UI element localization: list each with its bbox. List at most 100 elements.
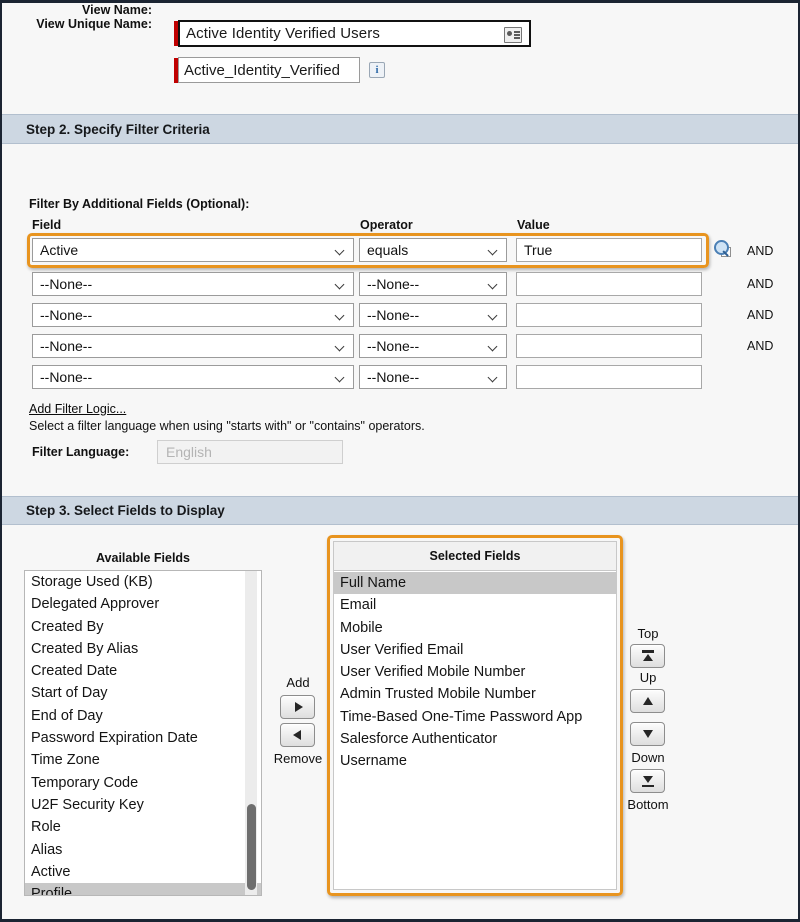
filter-value-input-3[interactable] <box>516 303 702 327</box>
list-item[interactable]: End of Day <box>25 705 261 727</box>
arrow-right-icon <box>294 702 303 712</box>
filter-operator-select-3[interactable]: --None-- <box>359 303 507 327</box>
move-to-top-button[interactable] <box>630 644 665 668</box>
list-item[interactable]: Username <box>334 750 616 772</box>
view-name-input[interactable]: Active Identity Verified Users <box>178 20 531 47</box>
top-label: Top <box>637 626 659 641</box>
list-item[interactable]: Profile <box>25 883 261 895</box>
move-down-button[interactable] <box>630 722 665 746</box>
list-item[interactable]: Storage Used (KB) <box>25 571 261 593</box>
filter-value-input-1[interactable]: True <box>516 238 702 262</box>
filter-operator-value-5: --None-- <box>367 369 420 385</box>
bar-shape <box>641 784 654 787</box>
filter-field-select-3[interactable]: --None-- <box>32 303 354 327</box>
remove-button[interactable] <box>280 723 315 747</box>
chevron-down-icon <box>489 247 498 253</box>
filter-operator-select-1[interactable]: equals <box>359 238 507 262</box>
list-item[interactable]: Admin Trusted Mobile Number <box>334 683 616 705</box>
list-item[interactable]: Time-Based One-Time Password App <box>334 706 616 728</box>
arrow-down-icon <box>642 730 653 738</box>
chevron-down-icon <box>336 312 345 318</box>
up-label: Up <box>639 670 657 685</box>
filter-conjunction-1: AND <box>747 244 774 258</box>
value-lookup-icon[interactable] <box>714 240 731 257</box>
filter-value-input-4[interactable] <box>516 334 702 358</box>
chevron-down-icon <box>489 374 498 380</box>
chevron-down-icon <box>489 281 498 287</box>
bottom-label: Bottom <box>627 797 669 812</box>
chevron-down-icon <box>489 343 498 349</box>
filter-conjunction-4: AND <box>747 339 774 353</box>
list-item[interactable]: Active <box>25 861 261 883</box>
arrow-up-icon <box>642 654 653 661</box>
contact-card-icon[interactable] <box>504 27 522 43</box>
step3-header: Step 3. Select Fields to Display <box>2 496 798 525</box>
filter-field-select-5[interactable]: --None-- <box>32 365 354 389</box>
filter-operator-value-2: --None-- <box>367 276 420 292</box>
filter-section-label: Filter By Additional Fields (Optional): <box>29 197 250 211</box>
scrollbar-thumb[interactable] <box>246 804 256 890</box>
filter-value-input-2[interactable] <box>516 272 702 296</box>
chevron-down-icon <box>489 312 498 318</box>
list-item[interactable]: Start of Day <box>25 682 261 704</box>
filter-conjunction-2: AND <box>747 277 774 291</box>
list-item[interactable]: Alias <box>25 839 261 861</box>
info-icon[interactable]: i <box>369 62 385 78</box>
list-item[interactable]: Mobile <box>334 617 616 639</box>
filter-language-select[interactable]: English <box>157 440 343 464</box>
remove-label: Remove <box>273 751 323 766</box>
filter-field-select-1[interactable]: Active <box>32 238 354 262</box>
add-filter-logic-link[interactable]: Add Filter Logic... <box>29 402 126 416</box>
column-header-value: Value <box>517 218 550 232</box>
arrow-left-icon <box>292 730 301 740</box>
available-fields-listbox[interactable]: Storage Used (KB) Delegated Approver Creat… <box>24 570 262 896</box>
bar-shape <box>641 650 654 653</box>
list-item[interactable]: Temporary Code <box>25 772 261 794</box>
filter-value-input-5[interactable] <box>516 365 702 389</box>
selected-fields-listbox[interactable]: Full Name Email Mobile User Verified Email U… <box>334 572 616 889</box>
filter-field-value-2: --None-- <box>40 276 93 292</box>
chevron-down-icon <box>336 247 345 253</box>
list-item[interactable]: Full Name <box>334 572 616 595</box>
available-fields-scrollbar[interactable] <box>245 571 257 895</box>
step2-header: Step 2. Specify Filter Criteria <box>2 114 798 144</box>
filter-field-select-4[interactable]: --None-- <box>32 334 354 358</box>
chevron-down-icon <box>336 374 345 380</box>
list-item[interactable]: Created By Alias <box>25 638 261 660</box>
add-label: Add <box>286 675 310 690</box>
add-button[interactable] <box>280 695 315 719</box>
filter-field-select-2[interactable]: --None-- <box>32 272 354 296</box>
column-header-field: Field <box>32 218 62 232</box>
view-name-value: Active Identity Verified Users <box>186 25 380 42</box>
column-header-operator: Operator <box>360 218 413 232</box>
filter-operator-value-3: --None-- <box>367 307 420 323</box>
filter-operator-select-4[interactable]: --None-- <box>359 334 507 358</box>
filter-operator-select-2[interactable]: --None-- <box>359 272 507 296</box>
list-item[interactable]: Role <box>25 816 261 838</box>
filter-operator-value-4: --None-- <box>367 338 420 354</box>
list-item[interactable]: Created By <box>25 616 261 638</box>
move-to-bottom-button[interactable] <box>630 769 665 793</box>
list-item[interactable]: Password Expiration Date <box>25 727 261 749</box>
chevron-down-icon <box>325 449 334 455</box>
filter-value-1: True <box>524 242 553 258</box>
filter-language-note: Select a filter language when using "sta… <box>29 419 425 433</box>
filter-operator-value-1: equals <box>367 242 409 258</box>
filter-field-value-1: Active <box>40 242 79 258</box>
view-unique-name-value: Active_Identity_Verified <box>184 61 340 79</box>
list-item[interactable]: Salesforce Authenticator <box>334 728 616 750</box>
arrow-up-icon <box>642 697 653 705</box>
filter-operator-select-5[interactable]: --None-- <box>359 365 507 389</box>
list-item[interactable]: U2F Security Key <box>25 794 261 816</box>
filter-field-value-4: --None-- <box>40 338 93 354</box>
list-item[interactable]: User Verified Email <box>334 639 616 661</box>
view-unique-name-input[interactable]: Active_Identity_Verified <box>178 57 360 83</box>
list-item[interactable]: Created Date <box>25 660 261 682</box>
list-item[interactable]: Delegated Approver <box>25 593 261 615</box>
chevron-down-icon <box>336 281 345 287</box>
list-item[interactable]: Time Zone <box>25 749 261 771</box>
list-item[interactable]: Email <box>334 594 616 616</box>
list-item[interactable]: User Verified Mobile Number <box>334 661 616 683</box>
filter-language-label: Filter Language: <box>32 445 130 459</box>
move-up-button[interactable] <box>630 689 665 713</box>
